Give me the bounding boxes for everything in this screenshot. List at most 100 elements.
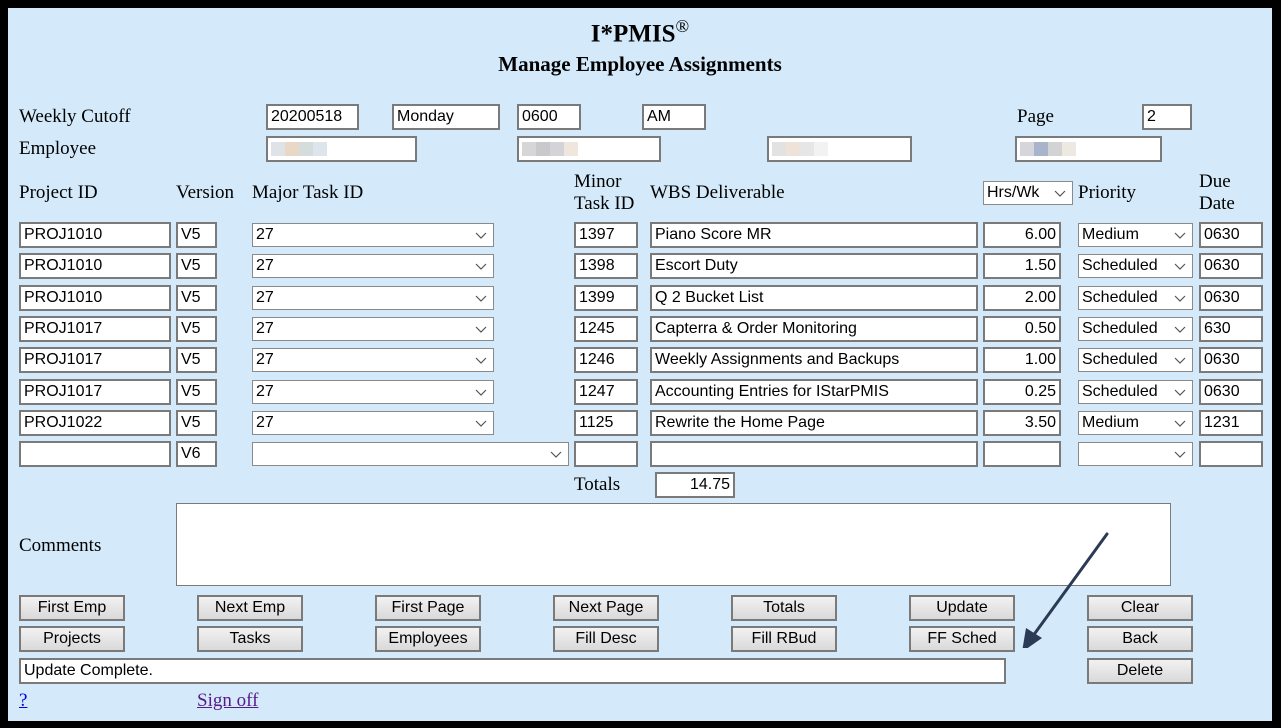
wbs-deliverable-input[interactable]: Q 2 Bucket List xyxy=(650,284,978,311)
wbs-deliverable-input[interactable]: Escort Duty xyxy=(650,253,978,280)
version-input[interactable]: V5 xyxy=(176,284,217,311)
major-task-select[interactable] xyxy=(252,442,569,467)
chevron-down-icon xyxy=(1174,451,1186,458)
priority-select[interactable]: Scheduled xyxy=(1078,348,1193,373)
hours-input[interactable]: 3.50 xyxy=(983,409,1061,436)
project-id-input[interactable]: PROJ1017 xyxy=(19,315,171,342)
update-button[interactable]: Update xyxy=(909,595,1015,621)
minor-task-input[interactable]: 1245 xyxy=(574,315,638,342)
due-date-input[interactable]: 0630 xyxy=(1199,347,1263,374)
major-task-select[interactable]: 27 xyxy=(252,316,494,341)
hours-input[interactable]: 6.00 xyxy=(983,222,1061,248)
col-wbs: WBS Deliverable xyxy=(650,182,785,203)
minor-task-input[interactable]: 1398 xyxy=(574,253,638,280)
minor-task-input[interactable]: 1399 xyxy=(574,284,638,311)
fill-desc-button[interactable]: Fill Desc xyxy=(553,626,659,652)
fill-rbud-button[interactable]: Fill RBud xyxy=(731,626,837,652)
project-id-input[interactable]: PROJ1010 xyxy=(19,284,171,311)
employee-field-3[interactable] xyxy=(767,136,912,162)
tasks-button[interactable]: Tasks xyxy=(197,626,303,652)
due-date-input[interactable]: 0630 xyxy=(1199,253,1263,280)
priority-select[interactable]: Scheduled xyxy=(1078,316,1193,341)
due-date-input[interactable]: 630 xyxy=(1199,315,1263,342)
employee-field-4[interactable] xyxy=(1015,136,1162,162)
major-task-select[interactable]: 27 xyxy=(252,254,494,279)
minor-task-input[interactable]: 1125 xyxy=(574,409,638,436)
project-id-input[interactable]: PROJ1022 xyxy=(19,409,171,436)
minor-task-input[interactable]: 1246 xyxy=(574,347,638,374)
project-id-input[interactable] xyxy=(19,441,171,468)
due-date-input[interactable]: 0630 xyxy=(1199,284,1263,311)
project-id-input[interactable]: PROJ1010 xyxy=(19,253,171,280)
cutoff-date-input[interactable]: 20200518 xyxy=(266,104,359,130)
minor-task-input[interactable] xyxy=(574,441,638,468)
chevron-down-icon xyxy=(475,326,487,333)
wbs-deliverable-input[interactable]: Accounting Entries for IStarPMIS xyxy=(650,378,978,405)
major-task-select[interactable]: 27 xyxy=(252,348,494,373)
major-task-select[interactable]: 27 xyxy=(252,285,494,310)
redacted-text xyxy=(271,142,327,156)
priority-select[interactable]: Scheduled xyxy=(1078,379,1193,404)
hours-input[interactable]: 1.00 xyxy=(983,347,1061,374)
employee-field-2[interactable] xyxy=(517,136,661,162)
delete-button[interactable]: Delete xyxy=(1087,658,1193,684)
employees-button[interactable]: Employees xyxy=(375,626,481,652)
hours-input[interactable]: 2.00 xyxy=(983,284,1061,311)
version-input[interactable]: V5 xyxy=(176,347,217,374)
first-emp-button[interactable]: First Emp xyxy=(19,595,125,621)
cutoff-day-input[interactable]: Monday xyxy=(392,104,500,130)
redacted-text xyxy=(772,142,828,156)
version-input[interactable]: V5 xyxy=(176,315,217,342)
due-date-input[interactable]: 1231 xyxy=(1199,409,1263,436)
projects-button[interactable]: Projects xyxy=(19,626,125,652)
hours-input[interactable]: 0.25 xyxy=(983,378,1061,405)
next-page-button[interactable]: Next Page xyxy=(553,595,659,621)
minor-task-input[interactable]: 1397 xyxy=(574,222,638,248)
chevron-down-icon xyxy=(475,357,487,365)
chevron-down-icon xyxy=(475,295,487,302)
hours-input[interactable]: 0.50 xyxy=(983,315,1061,342)
major-task-select[interactable]: 27 xyxy=(252,223,494,247)
version-input[interactable]: V6 xyxy=(176,441,217,468)
hours-input[interactable] xyxy=(983,441,1061,468)
cutoff-time-input[interactable]: 0600 xyxy=(517,104,581,130)
due-date-input[interactable]: 0630 xyxy=(1199,378,1263,405)
sign-off-link[interactable]: Sign off xyxy=(197,690,258,712)
chevron-down-icon xyxy=(475,263,487,271)
help-link[interactable]: ? xyxy=(19,690,27,712)
version-input[interactable]: V5 xyxy=(176,253,217,280)
major-task-select[interactable]: 27 xyxy=(252,410,494,435)
employee-field-1[interactable] xyxy=(266,136,417,162)
due-date-input[interactable]: 0630 xyxy=(1199,222,1263,248)
wbs-deliverable-input[interactable]: Rewrite the Home Page xyxy=(650,409,978,436)
priority-select[interactable]: Medium xyxy=(1078,410,1193,435)
cutoff-ampm-input[interactable]: AM xyxy=(642,104,706,130)
page-number-input[interactable]: 2 xyxy=(1142,104,1192,130)
totals-button[interactable]: Totals xyxy=(731,595,837,621)
wbs-deliverable-input[interactable]: Capterra & Order Monitoring xyxy=(650,315,978,342)
project-id-input[interactable]: PROJ1010 xyxy=(19,222,171,248)
major-task-select[interactable]: 27 xyxy=(252,379,494,404)
due-date-input[interactable] xyxy=(1199,441,1263,468)
hours-unit-select[interactable]: Hrs/Wk xyxy=(983,181,1073,205)
version-input[interactable]: V5 xyxy=(176,222,217,248)
redacted-text xyxy=(522,142,578,156)
version-input[interactable]: V5 xyxy=(176,409,217,436)
minor-task-input[interactable]: 1247 xyxy=(574,378,638,405)
col-due-date: Due Date xyxy=(1199,171,1235,214)
project-id-input[interactable]: PROJ1017 xyxy=(19,347,171,374)
wbs-deliverable-input[interactable] xyxy=(650,441,978,468)
wbs-deliverable-input[interactable]: Piano Score MR xyxy=(650,222,978,248)
priority-select[interactable]: Scheduled xyxy=(1078,285,1193,310)
wbs-deliverable-input[interactable]: Weekly Assignments and Backups xyxy=(650,347,978,374)
project-id-input[interactable]: PROJ1017 xyxy=(19,378,171,405)
col-minor-task: Minor Task ID xyxy=(574,171,635,214)
version-input[interactable]: V5 xyxy=(176,378,217,405)
next-emp-button[interactable]: Next Emp xyxy=(197,595,303,621)
hours-input[interactable]: 1.50 xyxy=(983,253,1061,280)
ff-sched-button[interactable]: FF Sched xyxy=(909,626,1015,652)
first-page-button[interactable]: First Page xyxy=(375,595,481,621)
priority-select[interactable] xyxy=(1078,442,1193,467)
priority-select[interactable]: Medium xyxy=(1078,223,1193,247)
priority-select[interactable]: Scheduled xyxy=(1078,254,1193,279)
